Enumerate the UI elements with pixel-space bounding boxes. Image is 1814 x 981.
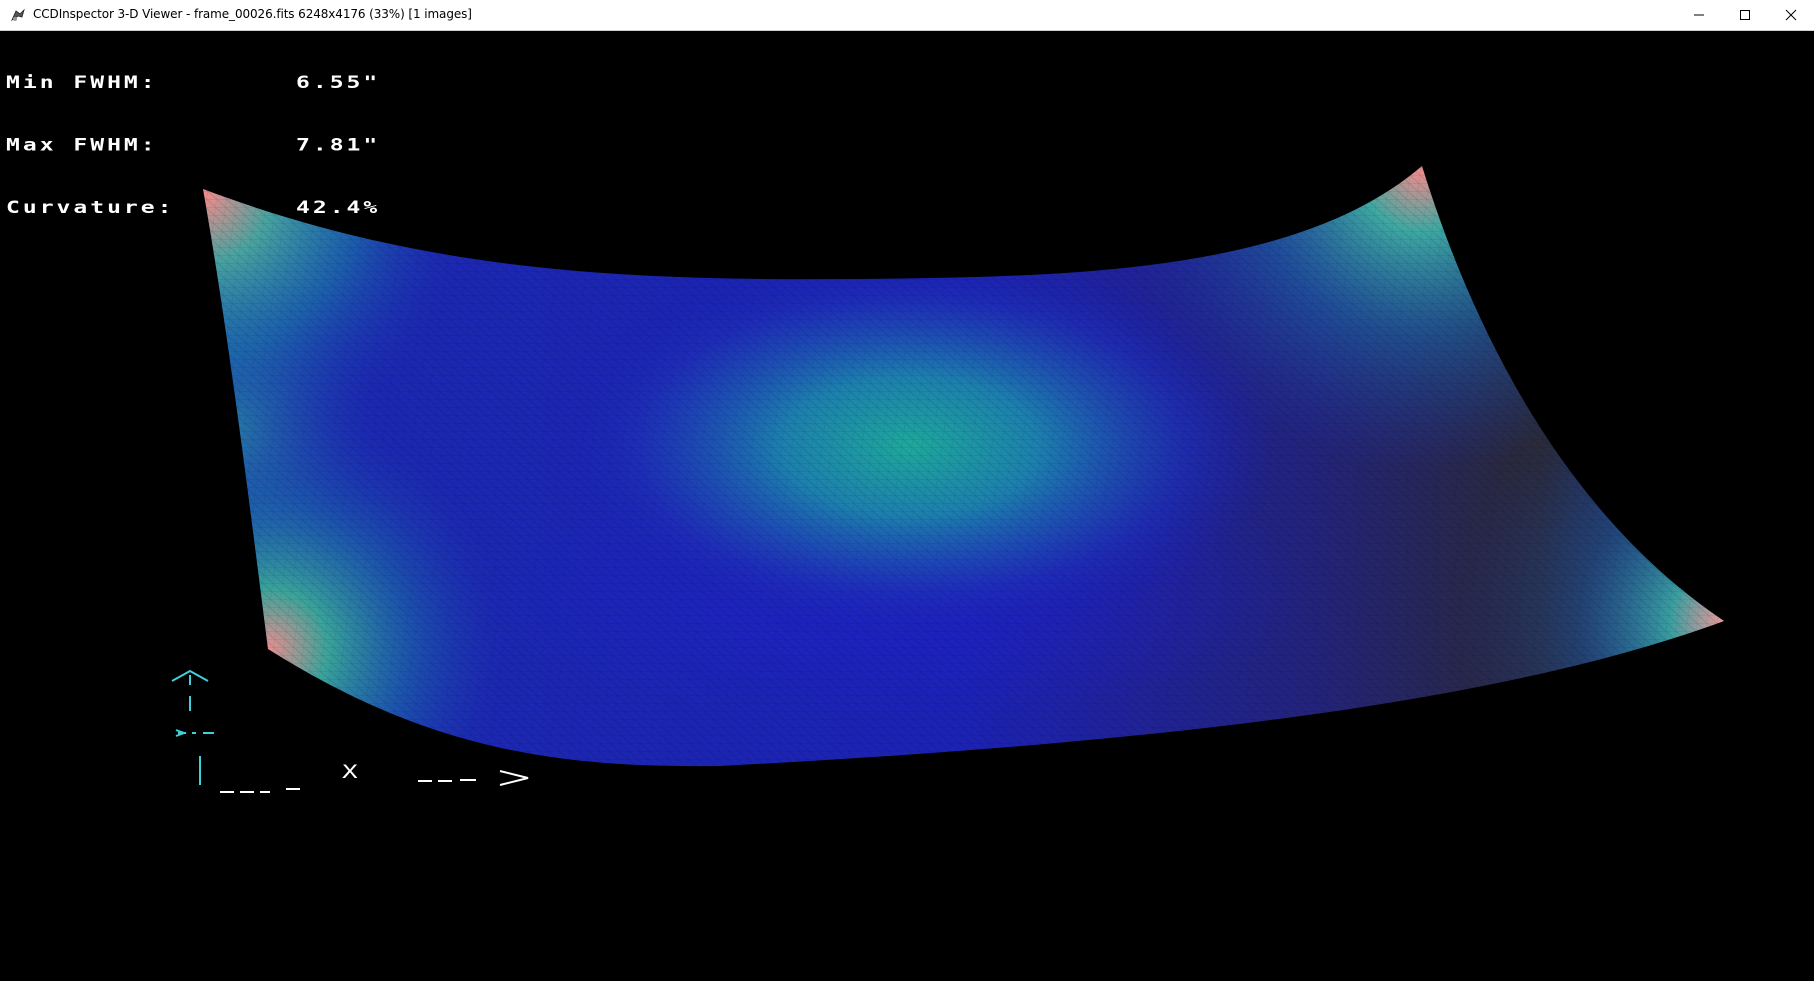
- curvature-row: Curvature: 42.4%: [6, 198, 380, 219]
- viewer-window: CCDInspector 3-D Viewer - frame_00026.fi…: [0, 0, 1814, 981]
- max-fwhm-label: Max FWHM:: [6, 136, 158, 155]
- minimize-button[interactable]: [1676, 0, 1722, 30]
- y-axis-arrow: [171, 669, 214, 785]
- max-fwhm-row: Max FWHM: 7.81": [6, 135, 380, 156]
- window-title: CCDInspector 3-D Viewer - frame_00026.fi…: [33, 7, 472, 21]
- 3d-viewport[interactable]: X Min FWHM: 6.55" Max FWHM: 7.81" Curvatur…: [0, 31, 1814, 981]
- maximize-icon: [1740, 10, 1750, 20]
- curvature-label: Curvature:: [6, 198, 175, 218]
- min-fwhm-label: Min FWHM:: [6, 73, 158, 93]
- title-bar[interactable]: CCDInspector 3-D Viewer - frame_00026.fi…: [0, 0, 1814, 31]
- curvature-value: 42.4%: [296, 198, 381, 218]
- minimize-icon: [1694, 14, 1704, 16]
- max-fwhm-value: 7.81": [296, 136, 381, 155]
- min-fwhm-value: 6.55": [296, 73, 381, 93]
- maximize-button[interactable]: [1722, 0, 1768, 30]
- x-axis-label: X: [342, 762, 358, 783]
- close-icon: [1785, 9, 1797, 21]
- min-fwhm-row: Min FWHM: 6.55": [6, 73, 380, 94]
- ccdinspector-app-icon: [10, 8, 26, 24]
- fwhm-stats-overlay: Min FWHM: 6.55" Max FWHM: 7.81" Curvature:…: [6, 31, 380, 261]
- surface-mesh: [203, 166, 1724, 767]
- close-button[interactable]: [1768, 0, 1814, 30]
- x-axis-arrow: [220, 770, 529, 793]
